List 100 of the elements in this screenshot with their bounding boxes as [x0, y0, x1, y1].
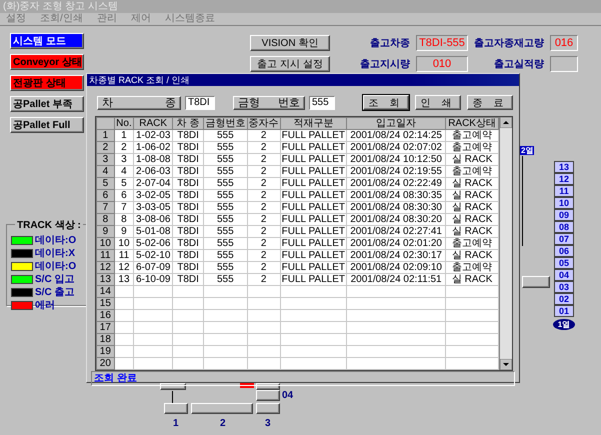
scroll-up-icon[interactable]: [500, 117, 512, 128]
table-cell: 1-06-02: [134, 142, 173, 154]
row-header[interactable]: 18: [96, 334, 114, 346]
row-header[interactable]: 17: [96, 322, 114, 334]
scrollbar[interactable]: [499, 117, 512, 370]
table-cell: T8DI: [172, 130, 204, 142]
level-button[interactable]: 09: [554, 209, 574, 221]
row-header[interactable]: 11: [96, 250, 114, 262]
level-button[interactable]: 05: [554, 257, 574, 269]
dialog-button[interactable]: 종 료: [467, 95, 513, 110]
row-header[interactable]: 10: [96, 238, 114, 250]
table-cell: 출고예약: [446, 166, 498, 178]
row-header[interactable]: 12: [96, 262, 114, 274]
table-cell: FULL PALLET: [280, 262, 346, 274]
row-header[interactable]: 13: [96, 274, 114, 286]
table-cell: 3-03-05: [134, 202, 173, 214]
legend-label: 데이타:O: [35, 260, 76, 273]
table-cell: FULL PALLET: [280, 274, 346, 286]
table-cell: FULL PALLET: [280, 226, 346, 238]
mode-button[interactable]: Conveyor 상태: [10, 54, 84, 70]
input-field[interactable]: 555: [309, 96, 335, 110]
input-field[interactable]: T8DI: [185, 96, 215, 110]
table-cell: T8DI: [172, 238, 204, 250]
table-cell: T8DI: [172, 190, 204, 202]
row-header[interactable]: 16: [96, 310, 114, 322]
table-cell: FULL PALLET: [280, 130, 346, 142]
table-cell: 3: [114, 154, 134, 166]
table-cell: 2: [247, 142, 280, 154]
level-button[interactable]: 11: [554, 185, 574, 197]
table-cell: 2-07-04: [134, 178, 173, 190]
mode-button[interactable]: 전광판 상태: [10, 75, 84, 91]
action-button[interactable]: VISION 확인: [250, 35, 330, 51]
level-button[interactable]: 03: [554, 281, 574, 293]
table-cell: 2001/08/24 02:27:41: [346, 226, 446, 238]
table-cell: 5-01-08: [134, 226, 173, 238]
table-cell: 4: [114, 166, 134, 178]
dialog-button[interactable]: 조 회: [363, 95, 409, 110]
level-button[interactable]: 02: [554, 293, 574, 305]
dialog-button[interactable]: 인 쇄: [415, 95, 461, 110]
table-cell: T8DI: [172, 154, 204, 166]
row-header[interactable]: 9: [96, 226, 114, 238]
conveyor-block: [164, 403, 188, 414]
column-header[interactable]: 차 종: [172, 118, 204, 130]
table-cell: 실 RACK: [446, 154, 498, 166]
level-button[interactable]: 13: [554, 161, 574, 173]
column-header[interactable]: No.: [114, 118, 134, 130]
legend-label: 에러: [35, 299, 55, 312]
scroll-down-icon[interactable]: [500, 359, 512, 370]
row-header[interactable]: 6: [96, 190, 114, 202]
row-header[interactable]: 3: [96, 154, 114, 166]
table-cell: 2001/08/24 08:30:20: [346, 214, 446, 226]
row-header[interactable]: 14: [96, 286, 114, 298]
table-cell: T8DI: [172, 178, 204, 190]
level-button[interactable]: 07: [554, 233, 574, 245]
row-header[interactable]: 5: [96, 178, 114, 190]
row-header[interactable]: 20: [96, 358, 114, 370]
field-label: 출고실적량: [493, 58, 544, 71]
column-header[interactable]: 적재구분: [280, 118, 346, 130]
table-cell: T8DI: [172, 202, 204, 214]
table-cell: FULL PALLET: [280, 250, 346, 262]
table-cell: 2: [247, 214, 280, 226]
error-marker: [240, 383, 254, 388]
level-button[interactable]: 04: [554, 269, 574, 281]
level-button[interactable]: 08: [554, 221, 574, 233]
level-button[interactable]: 10: [554, 197, 574, 209]
table-cell: FULL PALLET: [280, 154, 346, 166]
row-header[interactable]: 8: [96, 214, 114, 226]
table-cell: 2: [114, 142, 134, 154]
row-header[interactable]: 4: [96, 166, 114, 178]
table-cell: 6-10-09: [134, 274, 173, 286]
table-cell: T8DI: [172, 274, 204, 286]
row-header[interactable]: 19: [96, 346, 114, 358]
level-button[interactable]: 12: [554, 173, 574, 185]
row-header[interactable]: 1: [96, 130, 114, 142]
table-cell: 6: [114, 190, 134, 202]
column-header[interactable]: RACK: [134, 118, 173, 130]
table-cell: 2001/08/24 02:14:25: [346, 130, 446, 142]
slider-block[interactable]: [522, 276, 550, 288]
mode-button[interactable]: 시스템 모드: [10, 33, 84, 49]
table-cell: 2: [247, 226, 280, 238]
level-button[interactable]: 06: [554, 245, 574, 257]
level-button[interactable]: 01: [554, 305, 574, 317]
table-cell: 555: [204, 142, 248, 154]
row-header[interactable]: 15: [96, 298, 114, 310]
table-cell: 실 RACK: [446, 274, 498, 286]
column-header[interactable]: 입고일자: [346, 118, 446, 130]
table-cell: 5-02-06: [134, 238, 173, 250]
column-header[interactable]: 중자수: [247, 118, 280, 130]
column-header[interactable]: 금형번호: [204, 118, 248, 130]
table-cell: 555: [204, 130, 248, 142]
table-cell: 1: [114, 130, 134, 142]
table-cell: 2-06-03: [134, 166, 173, 178]
table-cell: FULL PALLET: [280, 238, 346, 250]
mode-button[interactable]: 공Pallet Full: [10, 117, 84, 133]
action-button[interactable]: 출고 지시 설정: [250, 56, 330, 72]
row-header[interactable]: 2: [96, 142, 114, 154]
mode-button[interactable]: 공Pallet 부족: [10, 96, 84, 112]
table-cell: T8DI: [172, 166, 204, 178]
row-header[interactable]: 7: [96, 202, 114, 214]
table-cell: 2: [247, 130, 280, 142]
